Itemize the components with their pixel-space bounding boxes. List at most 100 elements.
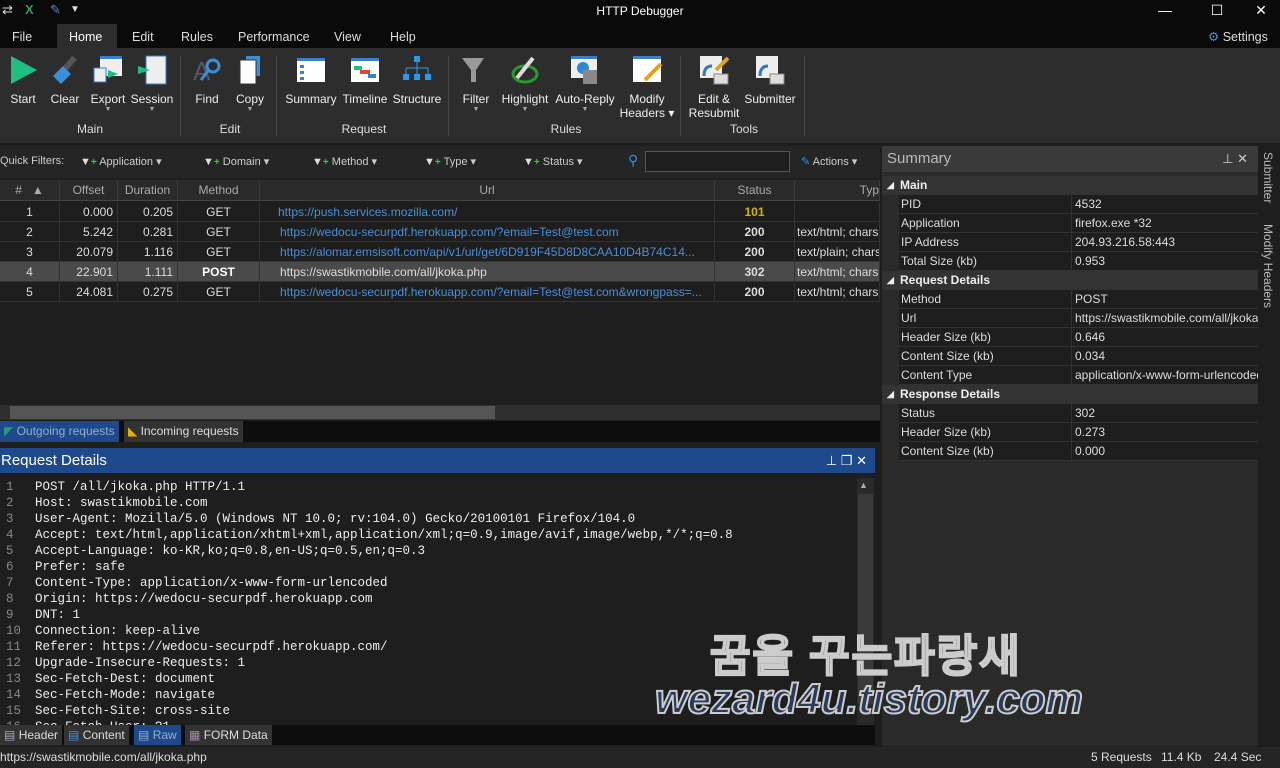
tab-performance[interactable]: Performance bbox=[226, 24, 322, 48]
cell-duration: 0.205 bbox=[118, 202, 178, 222]
table-row[interactable]: 5 24.081 0.275 GET https://wedocu-securpdf.h… bbox=[0, 282, 880, 302]
property-row[interactable]: Content Type application/x-www-form-urlen… bbox=[899, 366, 1258, 385]
close-button[interactable]: ✕ bbox=[1238, 0, 1280, 24]
cell-duration: 0.275 bbox=[118, 282, 178, 302]
property-value: https://swastikmobile.com/all/jkoka.php bbox=[1075, 311, 1258, 325]
tab-raw[interactable]: ▤ Raw bbox=[134, 725, 181, 745]
column-header-type[interactable]: Typ bbox=[795, 180, 880, 201]
filter-application[interactable]: ▼+ Application ▾ bbox=[80, 155, 162, 168]
tab-help[interactable]: Help bbox=[378, 24, 428, 48]
table-row[interactable]: 2 5.242 0.281 GET https://wedocu-securpdf.he… bbox=[0, 222, 880, 242]
property-row[interactable]: Application firefox.exe *32 bbox=[899, 214, 1258, 233]
structure-button[interactable]: Structure bbox=[387, 54, 447, 106]
tab-view[interactable]: View bbox=[322, 24, 373, 48]
cell-offset: 0.000 bbox=[60, 202, 118, 222]
tab-file[interactable]: File bbox=[0, 24, 44, 48]
section-main[interactable]: ◢ Main bbox=[882, 176, 1258, 195]
filter-status[interactable]: ▼+ Status ▾ bbox=[523, 155, 583, 168]
column-header-method[interactable]: Method bbox=[178, 180, 260, 201]
column-header-status[interactable]: Status bbox=[715, 180, 795, 201]
pin-icon[interactable]: ⊥ bbox=[826, 453, 837, 468]
section-request-details[interactable]: ◢ Request Details bbox=[882, 271, 1258, 290]
edit-resubmit-button[interactable]: Edit & Resubmit bbox=[684, 54, 744, 120]
modify-headers-button[interactable]: Modify Headers ▾ bbox=[617, 54, 677, 120]
table-row[interactable]: 3 20.079 1.116 GET https://alomar.emsisoft.c… bbox=[0, 242, 880, 262]
auto-reply-icon bbox=[571, 56, 597, 84]
code-line: Accept-Language: ko-KR,ko;q=0.8,en-US;q=… bbox=[35, 544, 426, 558]
cell-duration: 1.116 bbox=[118, 242, 178, 262]
auto-reply-button[interactable]: Auto-Reply ▼ bbox=[555, 54, 615, 113]
pin-icon[interactable]: ⊥ bbox=[1222, 151, 1233, 166]
collapse-icon[interactable]: ◢ bbox=[887, 176, 894, 195]
property-name: PID bbox=[900, 195, 1072, 214]
actions-button[interactable]: ✎ Actions ▾ bbox=[801, 155, 857, 168]
column-header-duration[interactable]: Duration bbox=[118, 180, 178, 201]
tab-outgoing-requests[interactable]: ◤ Outgoing requests bbox=[0, 421, 119, 442]
highlight-button[interactable]: Highlight ▼ bbox=[495, 54, 555, 113]
timeline-button[interactable]: Timeline bbox=[335, 54, 395, 106]
column-header-offset[interactable]: Offset bbox=[60, 180, 118, 201]
table-row[interactable]: 1 0.000 0.205 GET https://push.services.mozi… bbox=[0, 202, 880, 222]
tab-form-data[interactable]: ▦ FORM Data bbox=[185, 725, 272, 745]
property-row[interactable]: Urlhttps://swastikmobile.com/all/jkoka.p… bbox=[899, 309, 1258, 328]
settings-button[interactable]: ⚙ Settings bbox=[1208, 24, 1268, 48]
minimize-button[interactable]: — bbox=[1142, 0, 1188, 24]
submitter-button[interactable]: Submitter bbox=[740, 54, 800, 106]
collapse-icon[interactable]: ◢ bbox=[887, 271, 894, 290]
highlight-label: Highlight bbox=[501, 92, 549, 106]
tab-home[interactable]: Home bbox=[57, 24, 117, 48]
window-title: HTTP Debugger bbox=[596, 4, 684, 18]
filter-add-icon: ▼+ bbox=[523, 156, 540, 168]
tab-content[interactable]: ▤ Content bbox=[64, 725, 129, 745]
section-response-details[interactable]: ◢ Response Details bbox=[882, 385, 1258, 404]
summary-button[interactable]: Summary bbox=[281, 54, 341, 106]
property-row[interactable]: Content Size (kb) 0.000 bbox=[899, 442, 1258, 461]
filter-label: Filter bbox=[462, 92, 490, 106]
filter-method[interactable]: ▼+ Method ▾ bbox=[312, 155, 377, 168]
summary-icon bbox=[297, 58, 325, 82]
edit-resubmit-icon bbox=[700, 56, 730, 85]
cell-status: 200 bbox=[715, 242, 795, 262]
line-number: 3 bbox=[6, 512, 14, 526]
side-tab-modify-headers[interactable]: Modify Headers bbox=[1261, 224, 1275, 308]
property-value: 0.000 bbox=[1075, 444, 1106, 458]
scroll-up-icon[interactable]: ▲ bbox=[859, 480, 868, 490]
property-row[interactable]: PID 4532 bbox=[899, 195, 1258, 214]
cell-method: GET bbox=[178, 222, 260, 242]
collapse-icon[interactable]: ◢ bbox=[887, 385, 894, 404]
close-icon[interactable]: ✕ bbox=[856, 453, 867, 468]
scrollbar-thumb[interactable] bbox=[10, 406, 495, 419]
list-tabs: ◤ Outgoing requests ◣ Incoming requests bbox=[0, 421, 880, 442]
search-input[interactable] bbox=[645, 151, 790, 172]
detail-tabs: ▤ Header ▤ Content ▤ Raw ▦ FORM Data bbox=[0, 725, 875, 745]
filter-type[interactable]: ▼+ Type ▾ bbox=[424, 155, 476, 168]
table-row[interactable]: 4 22.901 1.111 POST https://swastikmobile.co… bbox=[0, 262, 880, 282]
horizontal-scrollbar[interactable] bbox=[0, 405, 880, 420]
property-row[interactable]: Status 302 bbox=[899, 404, 1258, 423]
tab-rules[interactable]: Rules bbox=[169, 24, 225, 48]
property-row[interactable]: Header Size (kb) 0.646 bbox=[899, 328, 1258, 347]
filter-domain[interactable]: ▼+ Domain ▾ bbox=[203, 155, 269, 168]
property-row[interactable]: Content Size (kb) 0.034 bbox=[899, 347, 1258, 366]
start-label: Start bbox=[10, 92, 36, 106]
column-header-url[interactable]: Url bbox=[260, 180, 715, 201]
tab-header[interactable]: ▤ Header bbox=[0, 725, 63, 745]
session-button[interactable]: Session ▼ bbox=[122, 54, 182, 113]
side-tab-submitter[interactable]: Submitter bbox=[1261, 152, 1275, 203]
close-icon[interactable]: ✕ bbox=[1237, 151, 1248, 166]
column-header-number[interactable]: # ▲ bbox=[0, 180, 60, 201]
copy-button[interactable]: Copy ▼ bbox=[220, 54, 280, 113]
property-value: 4532 bbox=[1075, 197, 1102, 211]
code-line: Sec-Fetch-Mode: navigate bbox=[35, 688, 216, 702]
code-line: Accept: text/html,application/xhtml+xml,… bbox=[35, 528, 733, 542]
maximize-button[interactable]: ☐ bbox=[1194, 0, 1240, 24]
tab-incoming-requests[interactable]: ◣ Incoming requests bbox=[124, 421, 243, 442]
property-row[interactable]: Method POST bbox=[899, 290, 1258, 309]
property-row[interactable]: Header Size (kb) 0.273 bbox=[899, 423, 1258, 442]
cell-url: https://swastikmobile.com/all/jkoka.php bbox=[260, 262, 715, 282]
property-row[interactable]: Total Size (kb) 0.953 bbox=[899, 252, 1258, 271]
float-icon[interactable]: ❐ bbox=[841, 453, 853, 468]
property-row[interactable]: IP Address 204.93.216.58:443 bbox=[899, 233, 1258, 252]
code-line: Upgrade-Insecure-Requests: 1 bbox=[35, 656, 246, 670]
tab-edit[interactable]: Edit bbox=[120, 24, 166, 48]
